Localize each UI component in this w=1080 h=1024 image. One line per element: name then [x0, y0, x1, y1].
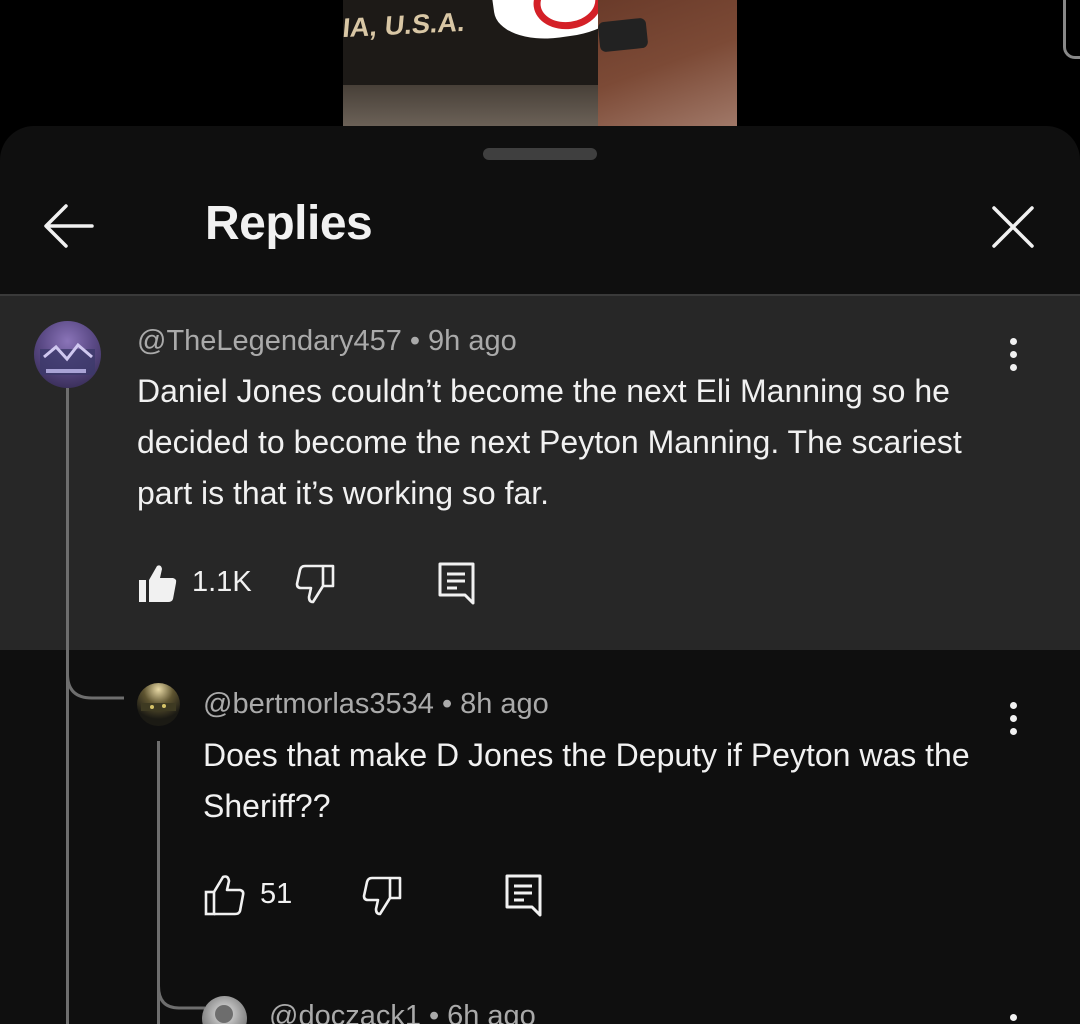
dislike-button[interactable] — [362, 876, 404, 923]
video-player[interactable]: IA, U.S.A. — [343, 0, 737, 126]
comment-icon — [505, 874, 542, 917]
more-options-button[interactable] — [1003, 1014, 1023, 1024]
thumbs-down-icon — [295, 564, 335, 604]
like-count: 51 — [260, 878, 293, 910]
close-button[interactable] — [986, 200, 1040, 254]
close-icon — [992, 206, 1034, 248]
thumbs-up-icon — [204, 875, 245, 916]
thread-connector-2 — [157, 956, 205, 1010]
thread-line-main — [66, 388, 69, 1024]
dislike-button[interactable] — [295, 564, 337, 611]
video-person — [598, 0, 737, 126]
video-overlay-text: IA, U.S.A. — [343, 6, 467, 44]
comment-author[interactable]: @TheLegendary457 — [137, 325, 402, 357]
reply-button[interactable] — [505, 874, 543, 923]
arrow-left-icon — [44, 204, 94, 248]
thread-connector — [66, 646, 124, 700]
comment-icon — [438, 562, 475, 605]
avatar[interactable] — [202, 996, 247, 1024]
avatar-art — [40, 342, 95, 375]
reply-button[interactable] — [438, 562, 476, 611]
comment-meta: @doczack1 • 6h ago — [269, 1000, 536, 1024]
avatar[interactable] — [137, 683, 180, 726]
like-button[interactable] — [137, 562, 179, 609]
comment-time: 6h ago — [447, 1000, 536, 1024]
comment-text: Daniel Jones couldn’t become the next El… — [137, 373, 962, 511]
like-button[interactable] — [204, 874, 246, 921]
comment-author[interactable]: @bertmorlas3534 — [203, 688, 434, 720]
comment-time: 9h ago — [428, 325, 517, 357]
thumbs-up-filled-icon — [139, 565, 177, 602]
sheet-title: Replies — [205, 197, 373, 250]
comment-meta: @TheLegendary457 • 9h ago — [137, 325, 517, 357]
replies-sheet: Replies @TheLegendary457 • 9h ago Daniel J… — [0, 126, 1080, 1024]
edge-scroll-handle[interactable] — [1063, 0, 1080, 59]
comment-text: Does that make D Jones the Deputy if Pey… — [203, 737, 970, 824]
video-watch — [597, 17, 649, 53]
comment-author[interactable]: @doczack1 — [269, 1000, 421, 1024]
avatar-art — [141, 703, 176, 711]
comment-time: 8h ago — [460, 688, 549, 720]
avatar-art — [215, 1005, 233, 1023]
like-count: 1.1K — [192, 566, 252, 598]
thumbs-down-icon — [362, 876, 402, 916]
avatar[interactable] — [34, 321, 101, 388]
drag-handle[interactable] — [483, 148, 597, 160]
back-button[interactable] — [40, 198, 100, 254]
comment-meta: @bertmorlas3534 • 8h ago — [203, 688, 549, 720]
